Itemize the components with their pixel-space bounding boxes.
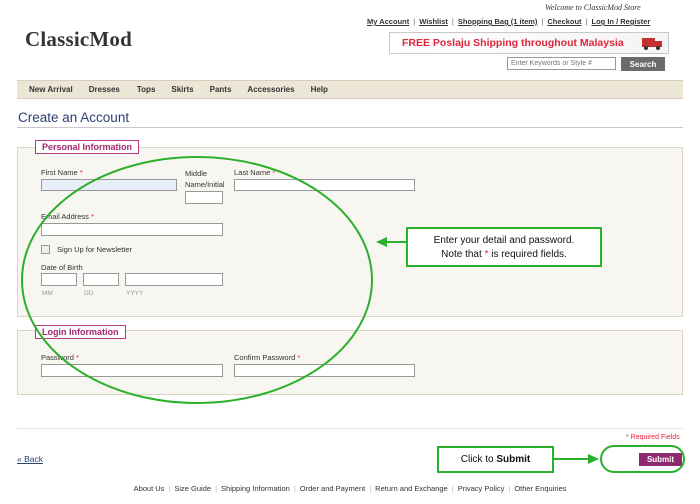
nav-item-pants[interactable]: Pants: [210, 85, 232, 94]
welcome-message: Welcome to ClassicMod Store: [545, 3, 641, 12]
last-name-field[interactable]: [234, 179, 415, 191]
dob-day-field[interactable]: [83, 273, 119, 286]
login-register-link[interactable]: Log In / Register: [592, 17, 651, 26]
email-label: Email Address *: [41, 212, 94, 221]
shipping-banner: FREE Poslaju Shipping throughout Malaysi…: [389, 32, 669, 54]
top-links: My Account | Wishlist | Shopping Bag (1 item…: [367, 17, 650, 26]
email-field[interactable]: [41, 223, 223, 236]
callout-line2: Note that * is required fields.: [441, 249, 567, 260]
last-name-label: Last Name *: [234, 168, 276, 177]
wishlist-link[interactable]: Wishlist: [419, 17, 448, 26]
shopping-bag-link[interactable]: Shopping Bag (1 item): [458, 17, 538, 26]
footer-link-order-and-payment[interactable]: Order and Payment: [300, 484, 365, 493]
separator: |: [451, 17, 454, 26]
nav-item-skirts[interactable]: Skirts: [171, 85, 193, 94]
personal-information-legend: Personal Information: [35, 140, 140, 154]
login-information-section: [17, 330, 683, 395]
first-name-field[interactable]: [41, 179, 177, 191]
newsletter-checkbox[interactable]: [41, 245, 50, 254]
footer-link-shipping-information[interactable]: Shipping Information: [221, 484, 290, 493]
required-fields-note: * Required Fields: [626, 434, 680, 441]
footer-link-other-enquiries[interactable]: Other Enquiries: [514, 484, 566, 493]
middle-name-field[interactable]: [185, 191, 223, 204]
divider: [17, 127, 683, 128]
separator: |: [413, 17, 416, 26]
shipping-banner-text: FREE Poslaju Shipping throughout Malaysi…: [402, 37, 624, 49]
confirm-password-field[interactable]: [234, 364, 415, 377]
nav-item-dresses[interactable]: Dresses: [89, 85, 120, 94]
first-name-label: First Name *: [41, 168, 83, 177]
confirm-password-label: Confirm Password *: [234, 353, 301, 362]
search-button[interactable]: Search: [621, 57, 665, 71]
callout-line1: Enter your detail and password.: [433, 235, 575, 246]
newsletter-label: Sign Up for Newsletter: [57, 245, 133, 254]
dob-year-field[interactable]: [125, 273, 223, 286]
checkout-link[interactable]: Checkout: [547, 17, 581, 26]
login-information-legend: Login Information: [35, 325, 126, 339]
footer-links: About Us | Size Guide | Shipping Information…: [133, 484, 567, 493]
dob-month-field[interactable]: [41, 273, 77, 286]
separator: |: [541, 17, 544, 26]
dob-label: Date of Birth: [41, 263, 83, 272]
nav-item-help[interactable]: Help: [311, 85, 328, 94]
dob-month-hint: MM: [42, 290, 53, 297]
password-field[interactable]: [41, 364, 223, 377]
footer-link-return-and-exchange[interactable]: Return and Exchange: [375, 484, 448, 493]
dob-year-hint: YYYY: [126, 290, 144, 297]
middle-name-label-line2: Name/Initial: [185, 180, 225, 189]
delivery-truck-icon: [642, 38, 662, 50]
submit-button[interactable]: Submit: [639, 453, 682, 466]
nav-item-new-arrival[interactable]: New Arrival: [29, 85, 73, 94]
password-label: Password *: [41, 353, 79, 362]
main-nav: New Arrival Dresses Tops Skirts Pants Ac…: [17, 80, 683, 99]
submit-callout: Click to Submit: [437, 446, 554, 473]
site-logo[interactable]: ClassicMod: [25, 27, 132, 52]
divider: [17, 428, 683, 429]
my-account-link[interactable]: My Account: [367, 17, 409, 26]
submit-arrow-head: [588, 454, 599, 464]
dob-day-hint: DD: [84, 290, 94, 297]
footer-link-about-us[interactable]: About Us: [134, 484, 165, 493]
footer-link-size-guide[interactable]: Size Guide: [174, 484, 211, 493]
nav-item-tops[interactable]: Tops: [137, 85, 156, 94]
page-title: Create an Account: [18, 110, 130, 125]
back-link[interactable]: « Back: [17, 454, 43, 464]
footer-link-privacy-policy[interactable]: Privacy Policy: [458, 484, 505, 493]
separator: |: [585, 17, 588, 26]
instruction-callout: Enter your detail and password. Note tha…: [406, 227, 602, 267]
nav-item-accessories[interactable]: Accessories: [247, 85, 294, 94]
search-input[interactable]: [507, 57, 616, 70]
middle-name-label: Middle: [185, 169, 208, 178]
